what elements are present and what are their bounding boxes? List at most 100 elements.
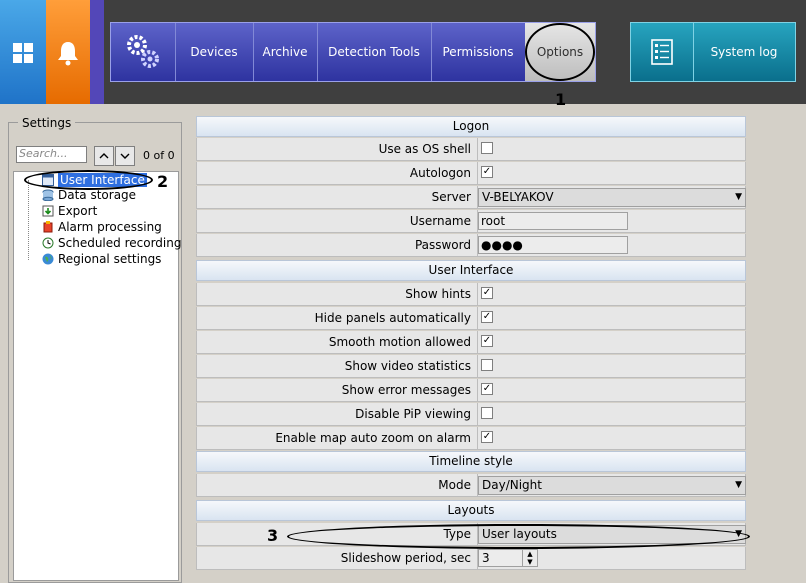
username-field[interactable]: root <box>478 212 628 230</box>
row-hide-panels: Hide panels automatically ✓ <box>196 307 746 330</box>
row-label: Smooth motion allowed <box>328 335 471 349</box>
row-label: Disable PiP viewing <box>355 407 471 421</box>
export-arrow-icon <box>42 205 54 217</box>
row-autologon: Autologon ✓ <box>196 162 746 185</box>
dropdown-arrow-icon: ▼ <box>735 192 742 202</box>
row-password: Password ●●●● <box>196 234 746 257</box>
windows-icon <box>13 43 33 63</box>
row-label: Show hints <box>405 287 471 301</box>
row-show-hints: Show hints ✓ <box>196 283 746 306</box>
callout-number-1: 1 <box>555 90 567 109</box>
row-label: Autologon <box>409 166 471 180</box>
callout-ellipse-layout-type <box>287 524 750 549</box>
tree-item-alarm-processing[interactable]: Alarm processing <box>43 220 162 235</box>
spin-up-icon[interactable]: ▲ <box>522 550 537 558</box>
mode-dropdown[interactable]: Day/Night ▼ <box>478 476 746 495</box>
search-counter: 0 of 0 <box>143 149 175 162</box>
spin-down-icon[interactable]: ▼ <box>522 558 537 566</box>
row-label: Use as OS shell <box>378 142 471 156</box>
disable-pip-checkbox[interactable] <box>481 407 493 419</box>
dropdown-arrow-icon: ▼ <box>735 480 742 490</box>
row-video-stats: Show video statistics <box>196 355 746 378</box>
row-label: Mode <box>438 478 471 492</box>
database-gear-icon <box>42 189 54 201</box>
smooth-motion-checkbox[interactable]: ✓ <box>481 335 493 347</box>
globe-icon <box>42 253 54 265</box>
error-messages-checkbox[interactable]: ✓ <box>481 383 493 395</box>
row-label: Server <box>431 190 471 204</box>
alarm-tile-button[interactable] <box>46 0 90 104</box>
server-dropdown[interactable]: V-BELYAKOV ▼ <box>478 188 746 207</box>
mode-value: Day/Night <box>482 478 542 492</box>
windows-tile-button[interactable] <box>0 0 46 104</box>
row-mode: Mode Day/Night ▼ <box>196 474 746 497</box>
callout-number-3: 3 <box>267 526 279 545</box>
callout-ellipse-user-interface <box>24 170 153 190</box>
main-nav-group: Devices Archive Detection Tools Permissi… <box>110 22 596 82</box>
row-label: Show video statistics <box>344 359 471 373</box>
callout-number-2: 2 <box>157 172 169 191</box>
bell-icon <box>58 42 78 66</box>
settings-tree: User Interface Data storage Export Alarm… <box>13 171 182 581</box>
row-smooth-motion: Smooth motion allowed ✓ <box>196 331 746 354</box>
slideshow-value: 3 <box>482 551 490 565</box>
search-down-button[interactable] <box>115 146 135 166</box>
chevron-down-icon <box>120 153 130 159</box>
password-field[interactable]: ●●●● <box>478 236 628 254</box>
settings-gears-button[interactable] <box>111 23 176 81</box>
row-use-os-shell: Use as OS shell <box>196 138 746 161</box>
nav-devices[interactable]: Devices <box>175 23 254 81</box>
row-server: Server V-BELYAKOV ▼ <box>196 186 746 209</box>
server-value: V-BELYAKOV <box>482 190 554 204</box>
video-stats-checkbox[interactable] <box>481 359 493 371</box>
tree-connector <box>28 180 29 260</box>
row-label: Show error messages <box>341 383 471 397</box>
section-user-interface: User Interface <box>196 260 746 281</box>
tree-item-label: Export <box>58 204 98 218</box>
row-error-messages: Show error messages ✓ <box>196 379 746 402</box>
row-username: Username root <box>196 210 746 233</box>
section-layouts: Layouts <box>196 500 746 521</box>
slideshow-period-spinner[interactable]: 3 ▲ ▼ <box>478 549 538 567</box>
tree-item-label: Regional settings <box>58 252 162 266</box>
search-up-button[interactable] <box>94 146 114 166</box>
system-log-group: System log <box>630 22 796 82</box>
row-label: Slideshow period, sec <box>340 551 471 565</box>
nav-permissions[interactable]: Permissions <box>431 23 526 81</box>
row-label: Enable map auto zoom on alarm <box>275 431 471 445</box>
clock-icon <box>42 237 54 249</box>
row-disable-pip: Disable PiP viewing <box>196 403 746 426</box>
tree-item-scheduled-recording[interactable]: Scheduled recording <box>42 236 182 251</box>
tree-item-export[interactable]: Export <box>42 204 98 219</box>
hide-panels-checkbox[interactable]: ✓ <box>481 311 493 323</box>
nav-archive[interactable]: Archive <box>253 23 318 81</box>
tree-item-label: Data storage <box>58 188 137 202</box>
gears-icon <box>127 35 159 68</box>
checklist-icon <box>651 39 673 65</box>
row-label: Hide panels automatically <box>314 311 471 325</box>
tree-item-regional-settings[interactable]: Regional settings <box>42 252 162 267</box>
row-label: Username <box>409 214 471 228</box>
row-label: Password <box>414 238 471 252</box>
settings-label: Settings <box>18 116 76 130</box>
autologon-checkbox[interactable]: ✓ <box>481 166 493 178</box>
row-slideshow-period: Slideshow period, sec 3 ▲ ▼ <box>196 547 746 570</box>
section-logon: Logon <box>196 116 746 137</box>
section-timeline-style: Timeline style <box>196 451 746 472</box>
show-hints-checkbox[interactable]: ✓ <box>481 287 493 299</box>
map-zoom-checkbox[interactable]: ✓ <box>481 431 493 443</box>
alarm-icon <box>43 221 53 233</box>
chevron-up-icon <box>99 153 109 159</box>
nav-detection-tools[interactable]: Detection Tools <box>317 23 432 81</box>
nav-system-log[interactable]: System log <box>693 23 795 81</box>
tree-item-label: Alarm processing <box>58 220 162 234</box>
callout-ellipse-options <box>525 23 595 81</box>
use-os-shell-checkbox[interactable] <box>481 142 493 154</box>
properties-grid: Logon Use as OS shell Autologon ✓ Server… <box>196 116 747 576</box>
tree-item-label: Scheduled recording <box>58 236 182 250</box>
tree-item-data-storage[interactable]: Data storage <box>42 188 137 203</box>
tile-strip <box>90 0 104 104</box>
system-log-icon-button[interactable] <box>631 23 694 81</box>
row-map-zoom: Enable map auto zoom on alarm ✓ <box>196 427 746 450</box>
search-input[interactable]: Search... <box>16 146 87 163</box>
